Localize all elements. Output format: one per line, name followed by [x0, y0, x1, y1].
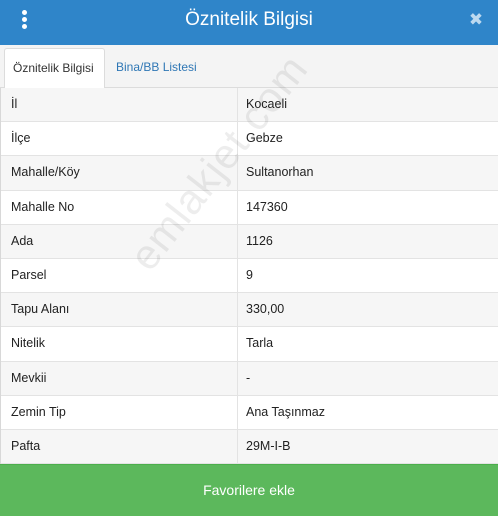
- table-row: Mahalle No 147360: [1, 190, 498, 225]
- table-row: Ada 1126: [1, 224, 498, 259]
- row-label: Ada: [11, 233, 34, 248]
- table-row: Mevkii -: [1, 361, 498, 396]
- header-bar: Öznitelik Bilgisi ✖: [0, 0, 498, 45]
- row-value: Tarla: [246, 336, 274, 351]
- table-row: Pafta 29M-I-B: [1, 429, 498, 465]
- close-icon[interactable]: ✖: [466, 10, 486, 30]
- add-favorites-button[interactable]: Favorilere ekle: [0, 464, 498, 516]
- table-row: Mahalle/Köy Sultanorhan: [1, 156, 498, 191]
- row-value: Ana Taşınmaz: [246, 404, 325, 419]
- row-label: Nitelik: [11, 336, 46, 351]
- table-row: İlçe Gebze: [1, 122, 498, 157]
- table-row: Tapu Alanı 330,00: [1, 293, 498, 328]
- row-label: Zemin Tip: [11, 404, 66, 419]
- row-label: İlçe: [11, 131, 31, 146]
- row-value: Gebze: [246, 131, 283, 146]
- row-label: Parsel: [11, 267, 47, 282]
- row-label: Tapu Alanı: [11, 302, 70, 317]
- tab-bina-bb-listesi[interactable]: Bina/BB Listesi: [108, 48, 205, 89]
- row-label: Mevkii: [11, 370, 47, 385]
- row-value: 29M-I-B: [246, 438, 291, 453]
- tab-bar: Öznitelik Bilgisi Bina/BB Listesi: [0, 45, 498, 89]
- row-value: 9: [246, 267, 253, 282]
- row-label: Mahalle No: [11, 199, 75, 214]
- row-value: Sultanorhan: [246, 165, 314, 180]
- attribute-table: İl Kocaeli İlçe Gebze Mahalle/Köy Sultan…: [0, 88, 498, 465]
- row-value: 147360: [246, 199, 288, 214]
- table-row: Parsel 9: [1, 258, 498, 294]
- row-value: Kocaeli: [246, 97, 287, 111]
- row-label: İl: [11, 97, 18, 111]
- row-value: 330,00: [246, 302, 285, 317]
- table-row: Zemin Tip Ana Taşınmaz: [1, 395, 498, 430]
- row-label: Mahalle/Köy: [11, 165, 80, 180]
- row-value: -: [246, 370, 251, 385]
- row-value: 1126: [246, 233, 273, 248]
- page-title: Öznitelik Bilgisi: [185, 9, 313, 30]
- table-row: İl Kocaeli: [1, 88, 498, 123]
- row-label: Pafta: [11, 438, 41, 453]
- tab-oznitelik-bilgisi[interactable]: Öznitelik Bilgisi: [4, 48, 105, 89]
- table-row: Nitelik Tarla: [1, 327, 498, 362]
